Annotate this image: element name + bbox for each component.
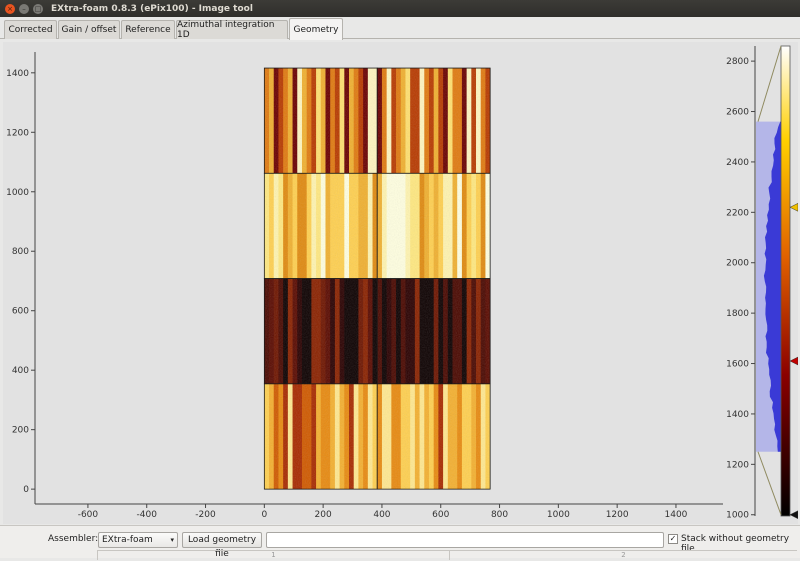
detector-module — [376, 172, 491, 279]
x-tick-label: -200 — [195, 510, 216, 520]
colormap-marker-low[interactable] — [789, 510, 799, 520]
colormap-markers[interactable] — [789, 202, 799, 520]
histogram-tick-label: 2400 — [726, 158, 749, 168]
assembler-select[interactable]: EXtra-foam ▾ — [98, 532, 178, 548]
histogram-link-bottom — [757, 451, 782, 515]
detector-module — [263, 383, 378, 490]
detector-image[interactable] — [263, 67, 491, 490]
tab-gain-offset[interactable]: Gain / offset — [58, 20, 120, 39]
pixel-noise — [264, 278, 378, 384]
detector-module — [376, 278, 491, 385]
close-icon[interactable]: × — [5, 3, 15, 14]
pixel-noise — [377, 173, 491, 279]
assembler-label: Assembler: — [48, 534, 99, 544]
geometry-file-path-input[interactable] — [266, 532, 664, 548]
tab-reference[interactable]: Reference — [121, 20, 175, 39]
histogram-tick-label: 1200 — [726, 460, 749, 470]
chevron-down-icon: ▾ — [170, 536, 174, 544]
pixel-noise — [377, 383, 491, 490]
detector-module — [263, 172, 378, 279]
y-tick-label: 1400 — [6, 69, 29, 79]
x-axis-ticks: -600 -400 -200 0 200 400 600 800 1000 1200 1400 — [78, 504, 688, 520]
x-tick-label: 1000 — [547, 510, 570, 520]
detector-module — [376, 383, 491, 490]
colormap-gradient-bar[interactable] — [780, 45, 791, 517]
histogram-tick-label: 1600 — [726, 360, 749, 370]
histogram-link-top — [757, 45, 782, 122]
detector-module — [376, 67, 491, 174]
tab-corrected[interactable]: Corrected — [4, 20, 57, 39]
y-tick-label: 200 — [12, 426, 29, 436]
histogram-tick-label: 2000 — [726, 259, 749, 269]
geometry-controls: Assembler: EXtra-foam ▾ Load geometry fi… — [0, 525, 800, 560]
y-tick-label: 1000 — [6, 188, 29, 198]
y-tick-label: 600 — [12, 307, 29, 317]
y-tick-label: 1200 — [6, 128, 29, 138]
table-column-1: 1 — [97, 551, 449, 560]
histogram-tick-label: 1800 — [726, 309, 749, 319]
x-tick-label: -400 — [137, 510, 158, 520]
detector-module — [263, 278, 378, 385]
x-tick-label: 800 — [491, 510, 508, 520]
pixel-noise — [264, 383, 378, 490]
x-tick-label: 1200 — [606, 510, 629, 520]
pixel-noise — [264, 68, 378, 174]
load-geometry-file-button[interactable]: Load geometry file — [182, 532, 262, 559]
pixel-noise — [264, 173, 378, 279]
histogram-tick-label: 2200 — [726, 208, 749, 218]
tab-azimuthal-integration-1d[interactable]: Azimuthal integration 1D — [176, 20, 288, 40]
assembler-select-value: EXtra-foam — [102, 535, 153, 545]
x-tick-label: 200 — [315, 510, 332, 520]
x-tick-label: 1400 — [665, 510, 688, 520]
histogram-tick-label: 1400 — [726, 410, 749, 420]
pixel-noise — [377, 68, 491, 174]
colormap-marker-mid[interactable] — [789, 356, 799, 366]
tab-bar: Corrected Gain / offset Reference Azimut… — [0, 17, 800, 40]
maximize-icon[interactable]: □ — [33, 3, 43, 14]
tab-geometry[interactable]: Geometry — [289, 18, 343, 40]
histogram-tick-label: 2600 — [726, 108, 749, 118]
x-tick-label: -600 — [78, 510, 99, 520]
y-tick-label: 0 — [23, 485, 29, 495]
histogram-tick-label: 2800 — [726, 57, 749, 67]
table-column-2: 2 — [449, 551, 797, 560]
window-titlebar: × – □ EXtra-foam 0.8.3 (ePix100) - Image… — [0, 0, 800, 17]
y-tick-label: 800 — [12, 247, 29, 257]
x-tick-label: 0 — [261, 510, 267, 520]
histogram-axis-ticks: 1000 1200 1400 1600 1800 2000 2200 2400 2600 2800 — [726, 57, 755, 521]
y-axis-ticks: 0 200 400 600 800 1000 1200 1400 — [6, 69, 35, 495]
colormap-marker-high[interactable] — [789, 202, 799, 212]
pixel-noise — [377, 278, 491, 384]
window-title: EXtra-foam 0.8.3 (ePix100) - Image tool — [51, 3, 253, 14]
minimize-icon[interactable]: – — [19, 3, 29, 14]
image-plot-svg[interactable]: -600 -400 -200 0 200 400 600 800 1000 1200 1400 0 2… — [3, 42, 799, 524]
y-tick-label: 400 — [12, 366, 29, 376]
histogram-tick-label: 1000 — [726, 511, 749, 521]
x-tick-label: 600 — [432, 510, 449, 520]
stack-without-geometry-checkbox[interactable]: ✓ — [668, 534, 678, 544]
image-view-panel[interactable]: -600 -400 -200 0 200 400 600 800 1000 1200 1400 0 2… — [3, 42, 799, 524]
detector-module — [263, 67, 378, 174]
x-tick-label: 400 — [373, 510, 390, 520]
